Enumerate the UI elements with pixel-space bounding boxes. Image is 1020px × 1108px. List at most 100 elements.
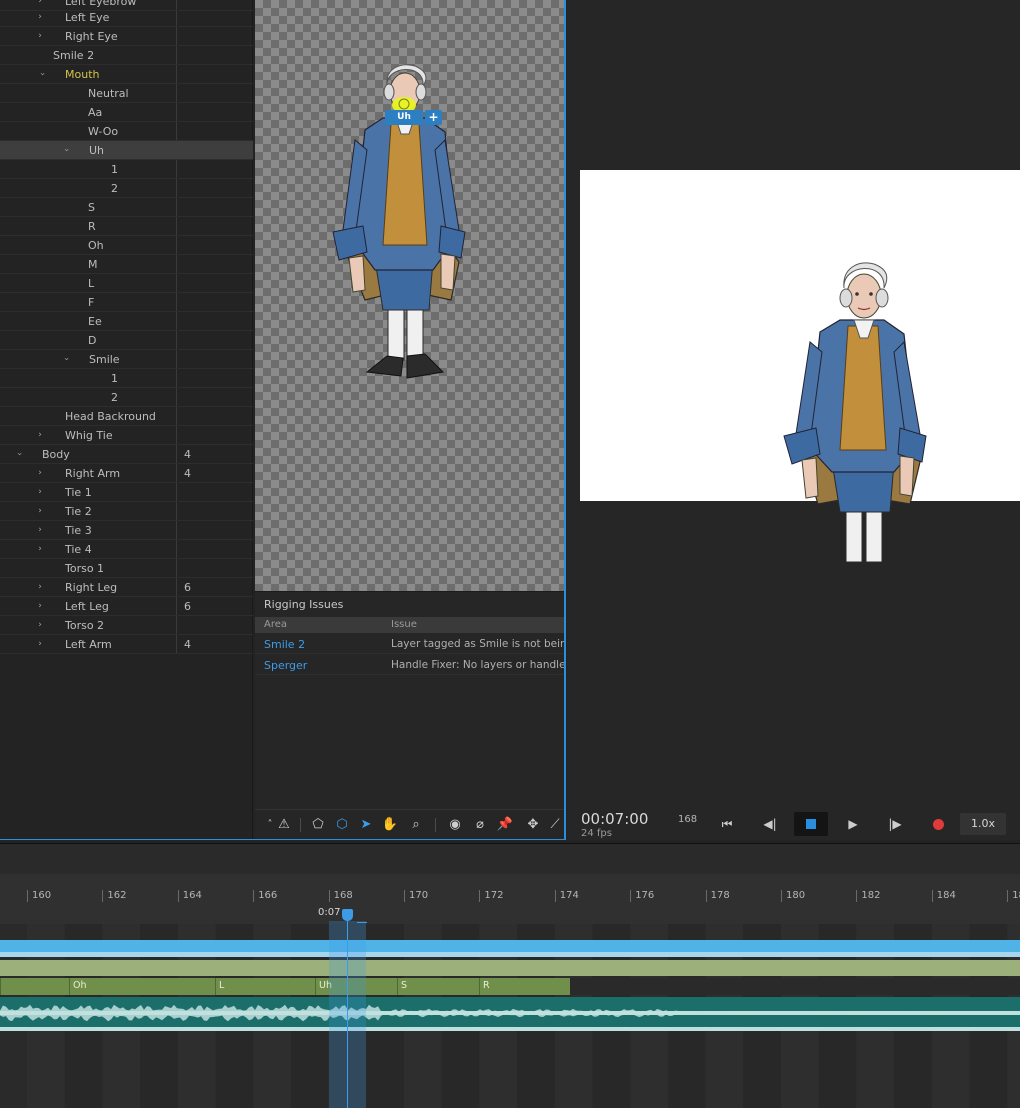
chevron-right-icon[interactable]: › xyxy=(35,581,45,593)
layer-row[interactable]: Head Backround xyxy=(0,407,253,426)
layer-row[interactable]: M xyxy=(0,255,253,274)
ruler-tick-label: 180 xyxy=(781,890,805,902)
layer-row[interactable]: Ee xyxy=(0,312,253,331)
record-button[interactable] xyxy=(925,813,951,835)
layer-label: R xyxy=(88,220,96,233)
playhead-handle[interactable] xyxy=(342,909,353,921)
layer-row[interactable]: 2 xyxy=(0,179,253,198)
issue-row[interactable]: Smile 2 Layer tagged as Smile is not bei… xyxy=(255,634,564,654)
layer-row[interactable]: › Smile xyxy=(0,350,253,369)
camera-track[interactable] xyxy=(0,940,1020,957)
play-icon[interactable]: ▶ xyxy=(840,813,866,835)
stick-icon[interactable]: ⌀ xyxy=(471,816,489,834)
layer-row[interactable]: Torso 1 xyxy=(0,559,253,578)
viseme-tag-chip[interactable]: Uh xyxy=(385,110,423,125)
layer-row[interactable]: Smile 2 xyxy=(0,46,253,65)
issue-area-link[interactable]: Sperger xyxy=(264,659,307,672)
layer-row[interactable]: › Right Leg 6 xyxy=(0,578,253,597)
polygon-icon[interactable]: ⬡ xyxy=(333,816,351,834)
origin-icon[interactable]: ◉ xyxy=(446,816,464,834)
layer-row[interactable]: › Uh xyxy=(0,141,253,160)
viseme-block[interactable]: L xyxy=(215,978,315,995)
layer-row[interactable]: 1 xyxy=(0,160,253,179)
layer-row[interactable]: › Right Arm 4 xyxy=(0,464,253,483)
audio-track[interactable] xyxy=(0,997,1020,1031)
layer-count: 4 xyxy=(184,467,191,480)
issue-row[interactable]: Sperger Handle Fixer: No layers or handl… xyxy=(255,655,564,675)
chevron-right-icon[interactable]: › xyxy=(35,30,45,42)
chevron-right-icon[interactable]: › xyxy=(35,543,45,555)
pin-icon[interactable]: 📌 xyxy=(496,816,514,834)
chevron-right-icon[interactable]: › xyxy=(35,429,45,441)
frame-number: 168 xyxy=(678,814,698,825)
step-back-icon[interactable]: ◀| xyxy=(757,813,783,835)
layer-count: 6 xyxy=(184,581,191,594)
viseme-block[interactable] xyxy=(0,978,69,995)
layer-row[interactable]: › Right Eye xyxy=(0,27,253,46)
playback-speed-button[interactable]: 1.0x xyxy=(960,813,1006,835)
handle-icon[interactable]: ✥ xyxy=(524,816,542,834)
viseme-block[interactable]: Oh xyxy=(69,978,215,995)
chevron-right-icon[interactable]: › xyxy=(35,619,45,631)
playhead-line[interactable] xyxy=(347,921,348,1108)
layer-row[interactable]: › Tie 2 xyxy=(0,502,253,521)
chevron-right-icon[interactable]: › xyxy=(35,600,45,612)
layer-row[interactable]: › Tie 3 xyxy=(0,521,253,540)
hand-icon[interactable]: ✋ xyxy=(381,816,399,834)
chevron-right-icon[interactable]: › xyxy=(35,524,45,536)
timeline-panel[interactable]: 160 162 164 166 168 170 172 174 176 178 180 182 184 1… xyxy=(0,843,1020,1108)
mouth-track[interactable] xyxy=(0,960,1020,976)
rig-canvas[interactable]: Uh + xyxy=(255,0,564,591)
layer-row[interactable]: Oh xyxy=(0,236,253,255)
layer-row[interactable]: R xyxy=(0,217,253,236)
layer-row[interactable]: Neutral xyxy=(0,84,253,103)
layer-row[interactable]: › Torso 2 xyxy=(0,616,253,635)
chevron-right-icon[interactable]: › xyxy=(35,505,45,517)
chevron-down-icon[interactable]: › xyxy=(60,145,72,155)
chevron-right-icon[interactable]: › xyxy=(35,638,45,650)
layer-row[interactable]: D xyxy=(0,331,253,350)
viseme-block[interactable]: S xyxy=(397,978,479,995)
layer-row[interactable]: Aa xyxy=(0,103,253,122)
chevron-right-icon[interactable]: › xyxy=(35,486,45,498)
mesh-icon[interactable]: ⬠ xyxy=(309,816,327,834)
layer-row[interactable]: L xyxy=(0,274,253,293)
chevron-down-icon[interactable]: › xyxy=(60,354,72,364)
layer-label: Tie 4 xyxy=(65,543,92,556)
select-arrow-icon[interactable]: ➤ xyxy=(357,816,375,834)
layer-label: Left Eyebrow xyxy=(65,0,137,8)
layer-row[interactable]: › Mouth xyxy=(0,65,253,84)
layer-row[interactable]: 1 xyxy=(0,369,253,388)
layer-row[interactable]: 2 xyxy=(0,388,253,407)
zoom-icon[interactable]: ⌕ xyxy=(407,816,425,834)
layer-row[interactable]: › Left Eye xyxy=(0,8,253,27)
viseme-block[interactable]: R xyxy=(479,978,570,995)
chevron-down-icon[interactable]: › xyxy=(13,449,25,459)
layer-row[interactable]: › Left Arm 4 xyxy=(0,635,253,654)
chevron-right-icon[interactable]: › xyxy=(35,467,45,479)
puppet-rig-view[interactable] xyxy=(255,0,564,591)
chevron-down-icon[interactable]: › xyxy=(36,69,48,79)
dangle-icon[interactable]: ⟋ xyxy=(548,816,562,834)
step-forward-icon[interactable]: |▶ xyxy=(882,813,908,835)
column-header-area[interactable]: Area xyxy=(264,619,287,630)
layer-row[interactable]: › Left Leg 6 xyxy=(0,597,253,616)
chevron-right-icon[interactable]: › xyxy=(35,11,45,23)
layer-row[interactable]: › Whig Tie xyxy=(0,426,253,445)
column-header-issue[interactable]: Issue xyxy=(391,619,417,630)
layer-row[interactable]: › Tie 1 xyxy=(0,483,253,502)
layer-row[interactable]: › Tie 4 xyxy=(0,540,253,559)
layer-row[interactable]: › Body 4 xyxy=(0,445,253,464)
go-to-start-icon[interactable]: ⏮ xyxy=(714,813,740,835)
stop-button[interactable] xyxy=(794,812,828,836)
issue-area-link[interactable]: Smile 2 xyxy=(264,638,305,651)
warning-icon[interactable]: ⚠ xyxy=(275,816,293,834)
layer-row[interactable]: W-Oo xyxy=(0,122,253,141)
time-ruler[interactable]: 160 162 164 166 168 170 172 174 176 178 180 182 184 1… xyxy=(0,874,1020,924)
scene-stage[interactable] xyxy=(580,170,1020,563)
layer-row[interactable]: F xyxy=(0,293,253,312)
viseme-track[interactable]: Oh L Uh S R xyxy=(0,978,1020,995)
layer-row[interactable]: S xyxy=(0,198,253,217)
add-tag-button[interactable]: + xyxy=(425,110,442,125)
chevron-right-icon[interactable]: › xyxy=(35,0,45,7)
